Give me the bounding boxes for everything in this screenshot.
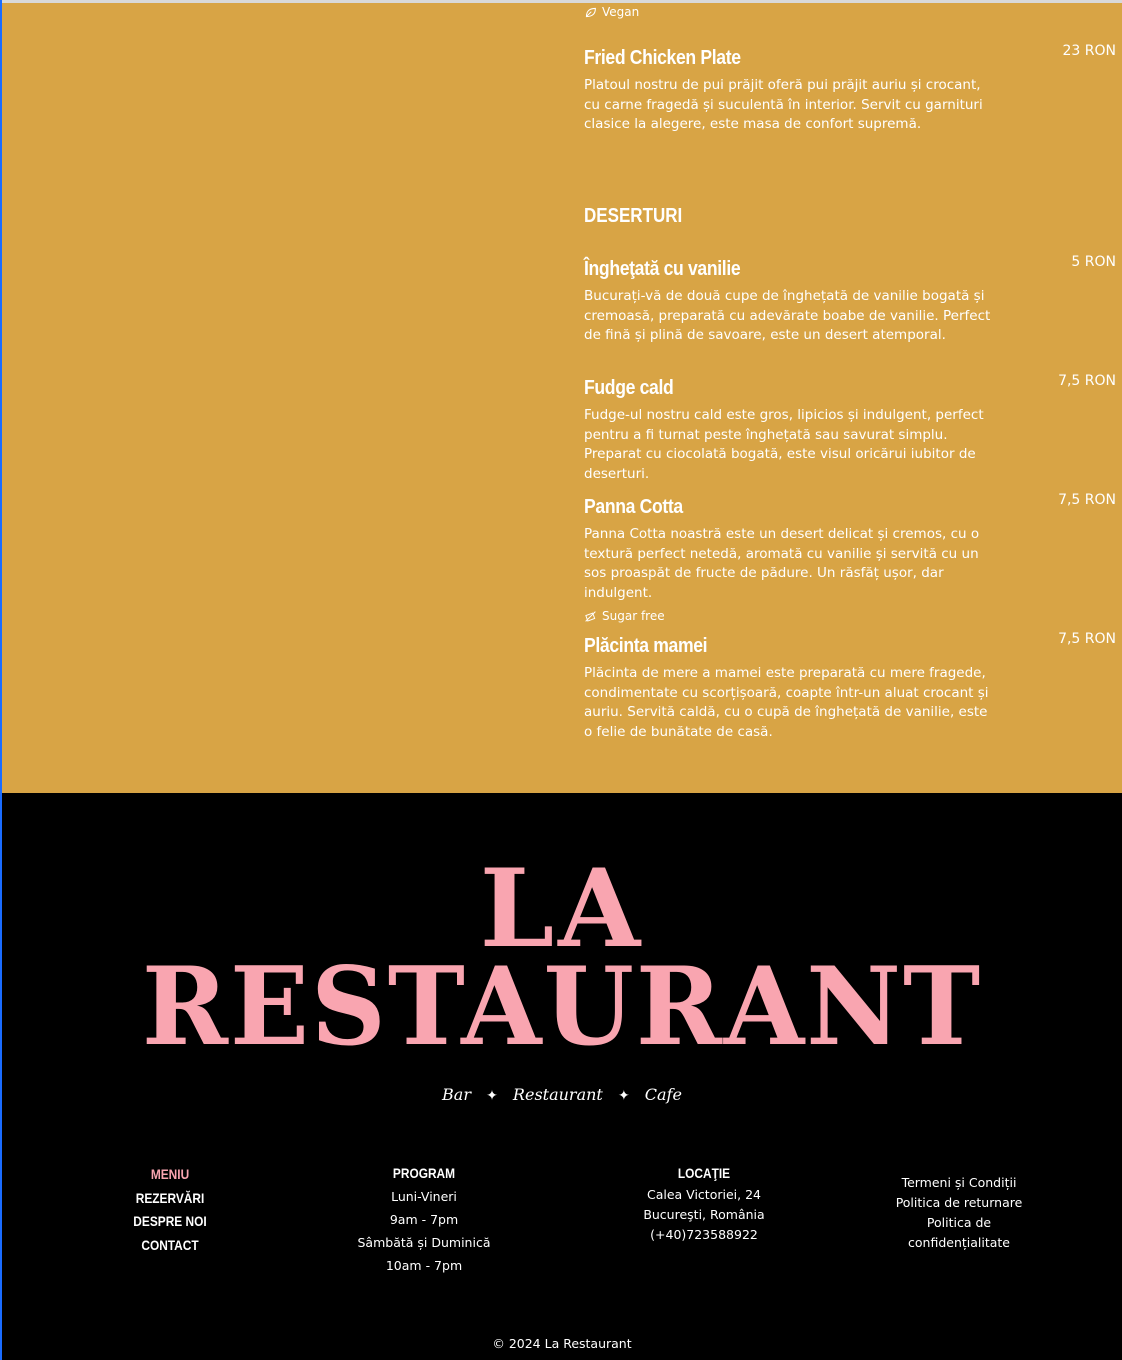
nav-link-contact[interactable]: CONTACT: [128, 1234, 213, 1258]
program-line: 9am - 7pm: [389, 1212, 459, 1227]
footer-locatie: LOCAŢIE Calea Victoriei, 24 Bucureşti, R…: [624, 1163, 784, 1245]
logo-line-1: LA: [479, 846, 645, 972]
item-title: Panna Cotta: [584, 496, 683, 518]
footer-nav: MENIU REZERVĂRI DESPRE NOI CONTACT: [120, 1163, 220, 1257]
leaf-icon: [585, 7, 596, 17]
item-title: Plăcinta mamei: [584, 635, 708, 657]
item-description: Platoul nostru de pui prăjit oferă pui p…: [584, 77, 983, 132]
menu-item-inghetata: Îngheţată cu vanilie 5 RON Bucurați-vă d…: [584, 254, 1116, 346]
item-description: Panna Cotta noastră este un desert delic…: [584, 526, 980, 601]
item-price: 5 RON: [1071, 254, 1116, 270]
item-price: 7,5 RON: [1058, 492, 1116, 508]
menu-item-fudge: Fudge cald 7,5 RON Fudge-ul nostru cald …: [584, 373, 1116, 484]
program-line: Sâmbătă și Duminică: [357, 1235, 491, 1250]
privacy-policy-link-cont[interactable]: confidențialitate: [884, 1233, 1034, 1253]
footer-program: PROGRAM Luni-Vineri 9am - 7pm Sâmbătă și…: [344, 1162, 504, 1277]
logo-line-2: RESTAURANT: [141, 944, 983, 1070]
section-title-deserturi: DESERTURI: [584, 205, 683, 227]
sugar-free-label: Sugar free: [602, 609, 665, 623]
locatie-line: Bucureşti, România: [643, 1207, 765, 1222]
nav-link-meniu[interactable]: MENIU: [128, 1163, 213, 1187]
tagline-restaurant: Restaurant: [512, 1085, 603, 1104]
locatie-title: LOCAŢIE: [677, 1165, 731, 1181]
menu-item-fried-chicken: Fried Chicken Plate 23 RON Platoul nostr…: [584, 43, 1116, 135]
tagline: Bar ✦ Restaurant ✦ Cafe: [2, 1085, 1122, 1104]
program-line: Luni-Vineri: [391, 1189, 457, 1204]
item-description: Fudge-ul nostru cald este gros, lipicios…: [584, 407, 984, 482]
sugar-free-tag: Sugar free: [584, 609, 1116, 623]
sparkle-icon: ✦: [617, 1088, 630, 1104]
privacy-policy-link[interactable]: Politica de: [884, 1213, 1034, 1233]
vegan-tag-label: Vegan: [602, 5, 640, 19]
item-price: 23 RON: [1062, 43, 1116, 59]
nav-link-rezervari[interactable]: REZERVĂRI: [128, 1187, 213, 1211]
menu-section: Vegan Fried Chicken Plate 23 RON Platoul…: [2, 3, 1122, 793]
sparkle-icon: ✦: [486, 1088, 498, 1104]
footer: LA RESTAURANT Bar ✦ Restaurant ✦ Cafe ME…: [2, 793, 1122, 1360]
locatie-line: Calea Victoriei, 24: [647, 1187, 761, 1202]
menu-item-placinta: Plăcinta mamei 7,5 RON Plăcinta de mere …: [584, 631, 1116, 742]
tagline-bar: Bar: [442, 1085, 471, 1104]
menu-item-panna-cotta: Panna Cotta 7,5 RON Panna Cotta noastră …: [584, 492, 1116, 623]
phone-link[interactable]: (+40)723588922: [624, 1225, 784, 1245]
tagline-cafe: Cafe: [644, 1085, 682, 1104]
vegan-tag: Vegan: [584, 5, 639, 19]
item-title: Fudge cald: [584, 377, 674, 399]
item-description: Bucurați-vă de două cupe de înghețată de…: [584, 288, 991, 343]
program-title: PROGRAM: [392, 1165, 456, 1181]
item-title: Fried Chicken Plate: [584, 47, 741, 69]
returns-policy-link[interactable]: Politica de returnare: [884, 1193, 1034, 1213]
copyright: © 2024 La Restaurant: [492, 1336, 632, 1351]
item-description: Plăcinta de mere a mamei este preparată …: [584, 665, 989, 740]
no-sugar-icon: [585, 610, 596, 622]
terms-link[interactable]: Termeni și Condiții: [884, 1173, 1034, 1193]
item-title: Îngheţată cu vanilie: [584, 258, 741, 280]
restaurant-logo[interactable]: LA RESTAURANT: [2, 846, 1122, 1070]
viewport-left-border: [0, 0, 2, 1360]
footer-legal: Termeni și Condiții Politica de returnar…: [884, 1173, 1034, 1253]
program-line: 10am - 7pm: [385, 1258, 463, 1273]
item-price: 7,5 RON: [1058, 373, 1116, 389]
item-price: 7,5 RON: [1058, 631, 1116, 647]
nav-link-despre-noi[interactable]: DESPRE NOI: [128, 1210, 213, 1234]
